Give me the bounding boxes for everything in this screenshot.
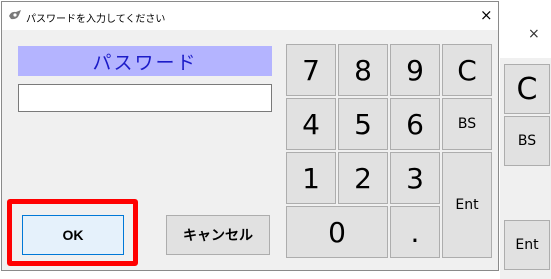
key-7[interactable]: 7 [286, 44, 336, 96]
key-5[interactable]: 5 [338, 98, 388, 150]
key-8[interactable]: 8 [338, 44, 388, 96]
cancel-button[interactable]: キャンセル [166, 215, 270, 255]
password-label: パスワード [18, 46, 272, 76]
key-4[interactable]: 4 [286, 98, 336, 150]
background-clear-key[interactable]: C [504, 64, 550, 114]
backspace-key[interactable]: BS [442, 98, 492, 150]
clear-key[interactable]: C [442, 44, 492, 96]
ok-button[interactable]: OK [22, 215, 124, 255]
app-icon [9, 10, 21, 20]
background-enter-key[interactable]: Ent [504, 220, 550, 270]
background-close-icon[interactable]: × [528, 26, 540, 42]
window-title: パスワードを入力してください [26, 14, 166, 25]
enter-key[interactable]: Ent [442, 152, 492, 258]
password-dialog: パスワードを入力してください × パスワード 7 8 9 C 4 5 6 BS … [1, 1, 499, 271]
close-icon[interactable]: × [480, 6, 493, 24]
key-9[interactable]: 9 [390, 44, 440, 96]
key-dot[interactable]: . [390, 206, 440, 258]
key-1[interactable]: 1 [286, 152, 336, 204]
key-6[interactable]: 6 [390, 98, 440, 150]
key-3[interactable]: 3 [390, 152, 440, 204]
background-keypad: C BS Ent [500, 58, 551, 279]
key-0[interactable]: 0 [286, 206, 388, 258]
password-input[interactable] [18, 84, 272, 112]
background-backspace-key[interactable]: BS [504, 116, 550, 166]
title-bar: パスワードを入力してください × [2, 2, 498, 30]
key-2[interactable]: 2 [338, 152, 388, 204]
